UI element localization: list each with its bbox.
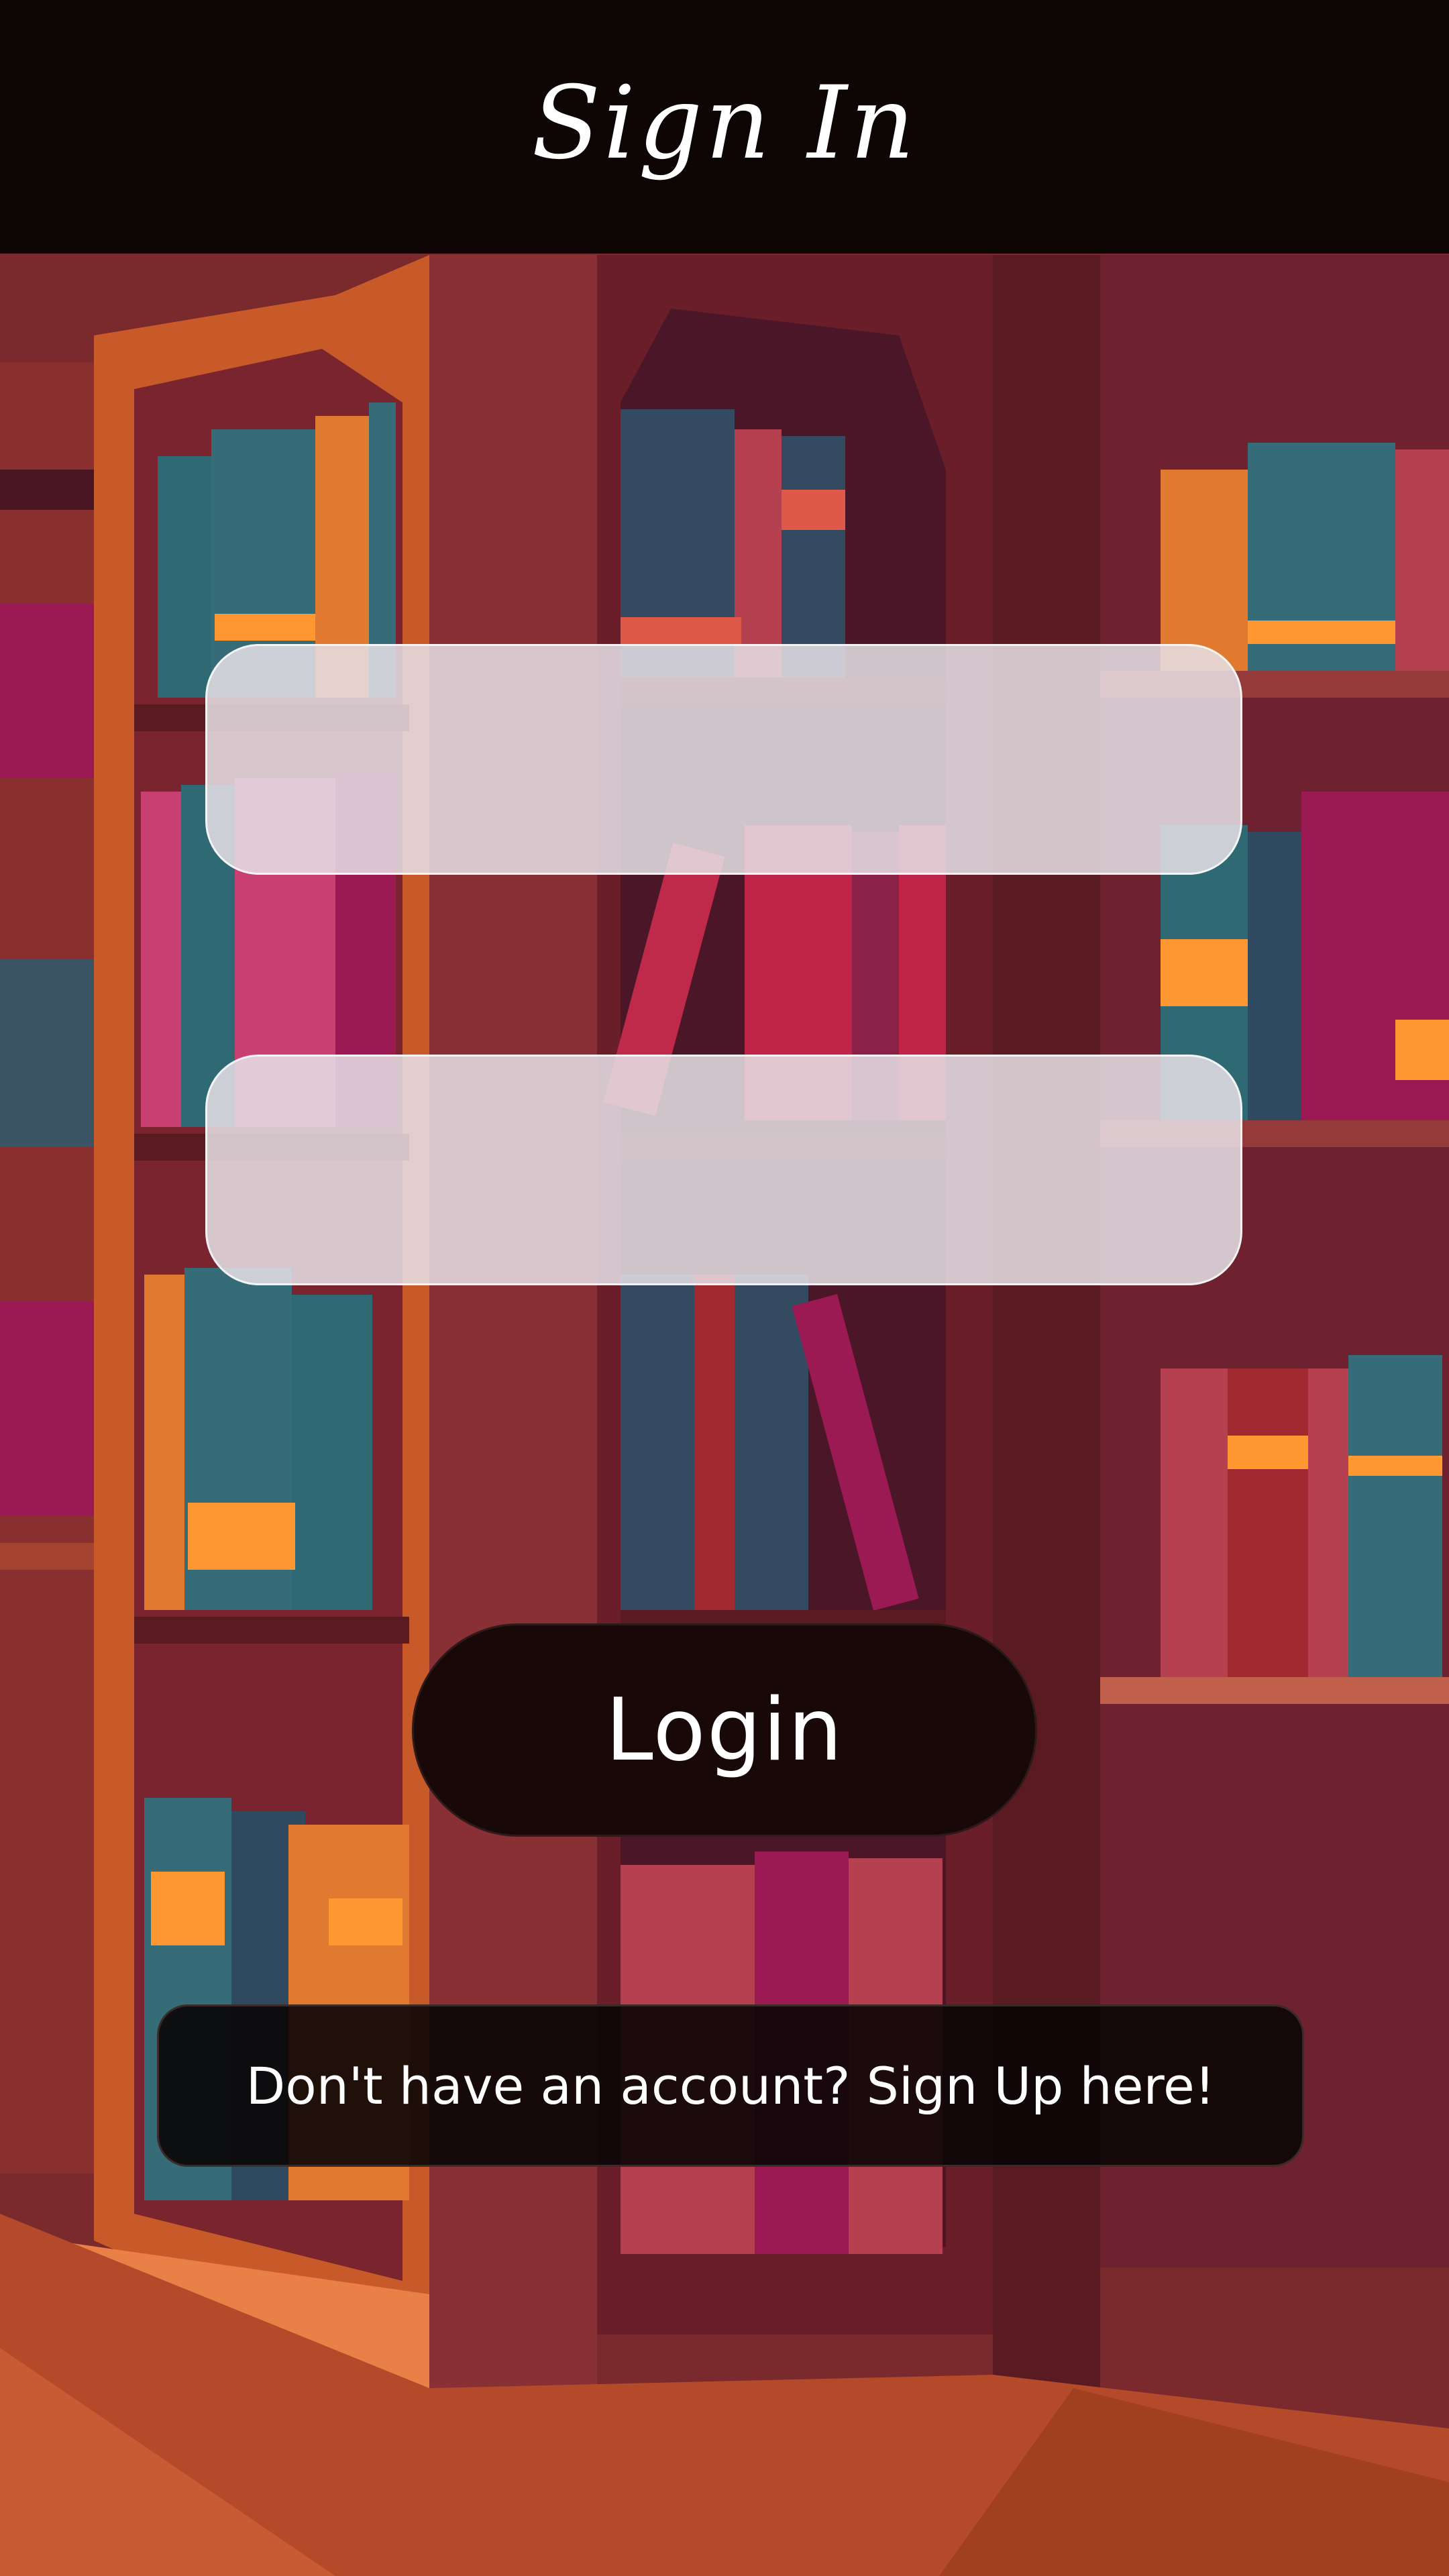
- page-title: Sign In: [531, 65, 918, 182]
- sign-in-screen: Sign In Login Don't have an account? Sig…: [0, 0, 1449, 2576]
- username-input[interactable]: [205, 644, 1242, 875]
- library-background-image: [0, 0, 1449, 2576]
- header-bar: Sign In: [0, 0, 1449, 254]
- login-button[interactable]: Login: [412, 1623, 1037, 1837]
- password-input[interactable]: [205, 1055, 1242, 1285]
- login-button-label: Login: [605, 1680, 844, 1780]
- signup-link-button[interactable]: Don't have an account? Sign Up here!: [157, 2004, 1304, 2167]
- signup-link-label: Don't have an account? Sign Up here!: [246, 2055, 1216, 2116]
